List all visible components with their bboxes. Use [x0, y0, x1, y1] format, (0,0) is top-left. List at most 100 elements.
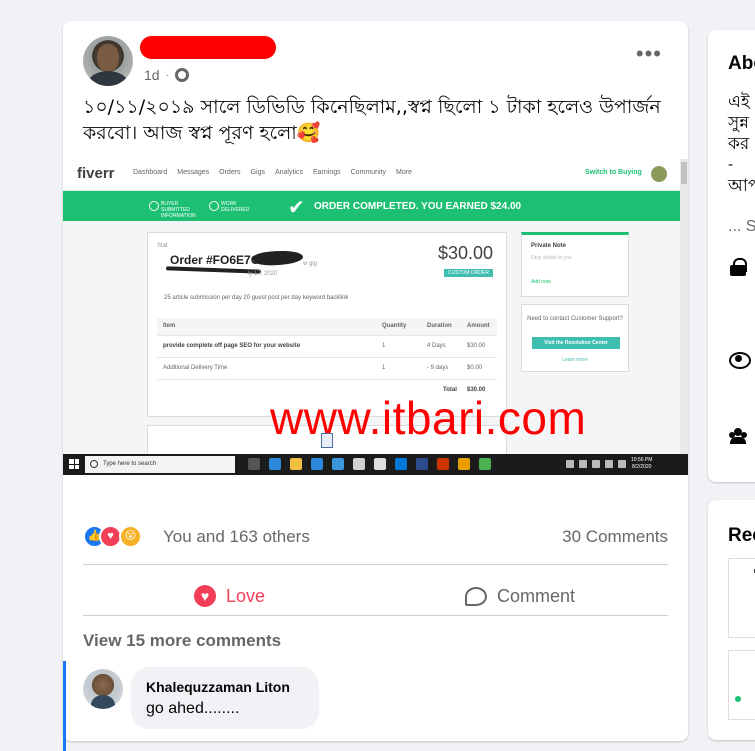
custom-order-badge: CUSTOM ORDER	[443, 269, 493, 277]
eye-icon	[729, 350, 751, 369]
nav-gigs: Gigs	[250, 169, 265, 176]
step-work-delivered: WORK DELIVERED	[209, 201, 250, 213]
illustrator-icon	[437, 458, 449, 470]
taskbar-clock: 10:56 PM 8/2/2020	[631, 457, 652, 471]
comment-icon	[465, 586, 487, 606]
order-description: 25 article submission per day 20 guest p…	[164, 295, 349, 301]
checkmark-icon: ✔	[288, 197, 305, 219]
post-text: ১০/১১/২০১৯ সালে ডিভিডি কিনেছিলাম,,স্বপ্ন…	[83, 96, 661, 144]
nav-community: Community	[350, 169, 387, 176]
edge-icon	[269, 458, 281, 470]
taskbar-apps	[248, 458, 491, 470]
reactions-summary[interactable]: 👍 ♥ 😮 You and 163 others 30 Comments	[83, 525, 668, 549]
lock-icon	[729, 258, 747, 276]
support-box: Need to contact Customer Support? Visit …	[521, 304, 629, 372]
clock-date: 8/2/2020	[631, 464, 652, 470]
table-row: Additional Delivery Time 1 - 9 days $0.0…	[157, 358, 497, 380]
order-status-prefix: Stat	[157, 243, 168, 249]
step-buyer-submitted: BUYER SUBMITTED INFORMATION	[149, 201, 201, 219]
fiverr-navbar: fiverr Dashboard Messages Orders Gigs An…	[63, 159, 688, 191]
nav-dashboard: Dashboard	[133, 169, 168, 176]
recent-media-thumbnail[interactable]	[728, 650, 755, 720]
order-redaction	[252, 249, 304, 267]
taskbar-search: Type here to search	[85, 456, 235, 473]
author-avatar[interactable]	[83, 36, 133, 86]
comment-label: Comment	[497, 585, 576, 606]
nav-messages: Messages	[177, 169, 210, 176]
learn-more-link: Learn more	[562, 357, 588, 363]
fiverr-nav-links: Dashboard Messages Orders Gigs Analytics…	[133, 169, 412, 176]
banner-message: ORDER COMPLETED. YOU EARNED $24.00	[314, 201, 522, 212]
store-icon	[395, 458, 407, 470]
notepad-icon	[479, 458, 491, 470]
about-line: সুন্ন	[728, 113, 749, 133]
about-title: Abo	[728, 53, 755, 74]
table-row: provide complete off page SEO for your w…	[157, 336, 497, 358]
order-table: Item Quantity Duration Amount provide co…	[157, 318, 497, 402]
tray-icon	[566, 460, 574, 468]
col-item: Item	[163, 323, 176, 329]
row-amount: $0.00	[467, 365, 483, 371]
row-duration: 4 Days	[427, 343, 446, 349]
comment-button[interactable]: Comment	[465, 577, 575, 615]
order-date: ly 17, 2020	[248, 271, 278, 277]
note-title: Private Note	[531, 243, 567, 249]
screenshot-scrollbar	[680, 159, 688, 475]
view-more-comments[interactable]: View 15 more comments	[83, 631, 281, 651]
post-card: 1d · ••• ১০/১১/২০১৯ সালে ডিভিডি কিনেছিলা…	[63, 21, 688, 751]
nav-analytics: Analytics	[274, 169, 303, 176]
love-button[interactable]: Love	[194, 577, 265, 615]
private-note-box: Private Note Only visible to you Add not…	[521, 232, 629, 297]
commenter-avatar[interactable]	[83, 669, 123, 709]
tray-icon	[579, 460, 587, 468]
recent-media-card: Rec	[708, 500, 755, 740]
nav-orders: Orders	[219, 169, 241, 176]
col-amount: Amount	[467, 323, 490, 329]
about-line: -	[728, 157, 734, 173]
see-more-link[interactable]: ... S	[728, 218, 755, 236]
camera-icon	[374, 458, 386, 470]
fiverr-avatar	[651, 166, 667, 182]
watermark-text: www.itbari.com	[270, 392, 587, 444]
switch-to-buying: Switch to Buying	[585, 169, 642, 176]
commenter-name[interactable]: Khalequzzaman Liton	[146, 679, 290, 695]
add-note-link: Add note	[531, 279, 552, 285]
photoshop-icon	[416, 458, 428, 470]
about-text: এই সুন্ন কর - আপ	[728, 92, 755, 197]
love-icon	[194, 585, 216, 607]
recent-title: Rec	[728, 525, 755, 546]
post-time[interactable]: 1d	[144, 67, 160, 83]
note-subtitle: Only visible to you	[531, 255, 572, 261]
wow-reaction-icon: 😮	[119, 525, 142, 548]
reactions-text[interactable]: You and 163 others	[163, 527, 310, 547]
divider	[83, 564, 668, 565]
meta-separator: ·	[165, 69, 169, 81]
more-options-icon[interactable]: •••	[636, 43, 662, 65]
audience-friends-icon[interactable]	[174, 68, 189, 82]
comments-count[interactable]: 30 Comments	[562, 527, 668, 547]
col-duration: Duration	[427, 323, 452, 329]
row-item: provide complete off page SEO for your w…	[163, 343, 301, 349]
windows-start-icon	[69, 459, 79, 469]
comment-bubble: Khalequzzaman Liton go ahed........	[131, 667, 319, 729]
col-quantity: Quantity	[382, 323, 407, 329]
row-duration: - 9 days	[427, 365, 449, 371]
about-line: কর	[728, 134, 750, 154]
recent-media-thumbnail[interactable]	[728, 558, 755, 638]
post-meta: 1d ·	[144, 67, 189, 83]
file-explorer-icon	[290, 458, 302, 470]
about-card: Abo এই সুন্ন কর - আপ ... S	[708, 30, 755, 482]
tray-icon	[605, 460, 613, 468]
row-quantity: 1	[382, 343, 386, 349]
row-item: Additional Delivery Time	[163, 365, 228, 371]
post-image[interactable]: fiverr Dashboard Messages Orders Gigs An…	[63, 159, 688, 475]
system-tray	[566, 460, 626, 468]
order-extra: w gig	[303, 261, 318, 267]
resolution-center-button: Visit the Resolution Center	[532, 337, 620, 349]
about-line: আপ	[728, 176, 755, 196]
order-completed-banner: BUYER SUBMITTED INFORMATION WORK DELIVER…	[63, 191, 680, 221]
redacted-author-name	[140, 36, 276, 59]
table-header-row: Item Quantity Duration Amount	[157, 318, 497, 336]
nav-more: More	[396, 169, 412, 176]
row-quantity: 1	[382, 365, 386, 371]
